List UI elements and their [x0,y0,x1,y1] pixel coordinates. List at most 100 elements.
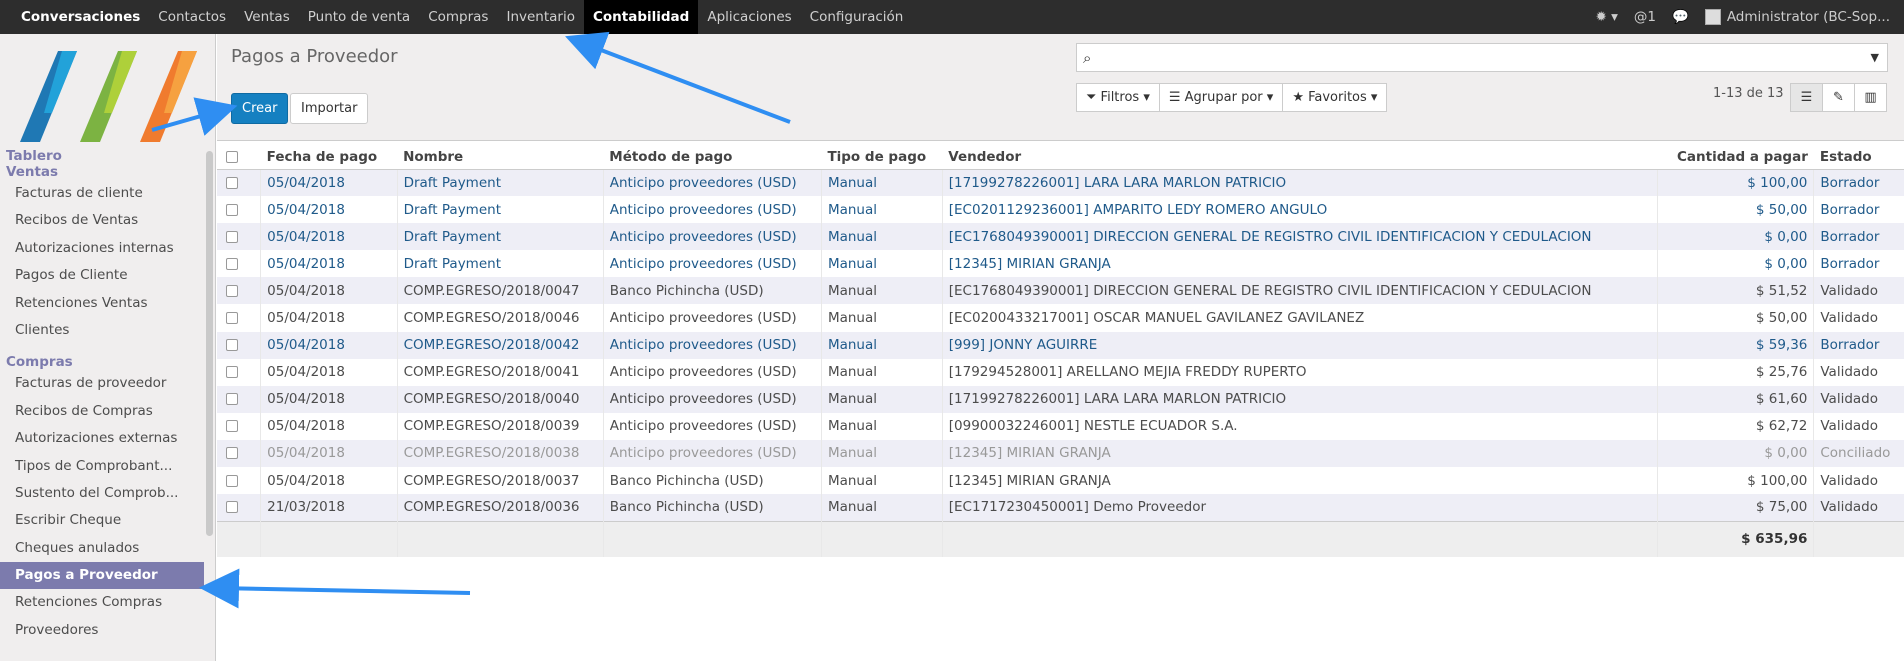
sidebar-item[interactable]: Recibos de Compras [0,398,204,425]
sidebar-section-ventas[interactable]: Ventas [0,164,204,180]
sidebar-section-tablero[interactable]: Tablero [0,148,204,164]
search-input[interactable] [1105,47,1845,68]
column-header[interactable]: Fecha de pago [260,145,398,170]
sidebar-item[interactable]: Retenciones Compras [0,589,204,616]
table-row[interactable]: 05/04/2018 Draft Payment Anticipo proveedo… [217,223,1904,251]
sidebar-item[interactable]: Sustento del Comprob... [0,480,204,507]
menu-ventas[interactable]: Ventas [235,0,299,34]
table-row[interactable]: 05/04/2018 COMP.EGRESO/2018/0040 Anticipo … [217,385,1904,413]
sidebar-item[interactable]: Escribir Cheque [0,507,204,534]
debug-icon[interactable]: ✹ ▾ [1596,9,1618,25]
sidebar-item[interactable]: Clientes [0,317,204,344]
cell-state: Borrador [1813,331,1904,359]
view-switcher: ☰ ✎ ▥ [1790,83,1887,112]
sidebar-item[interactable]: Proveedores [0,617,204,644]
sidebar-item[interactable]: Pagos de Cliente [0,262,204,289]
row-checkbox[interactable] [226,447,238,460]
cell-method: Banco Pichincha (USD) [602,494,822,522]
menu-punto-de-venta[interactable]: Punto de venta [299,0,419,34]
row-checkbox[interactable] [226,366,238,379]
row-checkbox[interactable] [226,501,238,514]
cell-amount: $ 50,00 [1657,304,1814,332]
cell-date: 05/04/2018 [260,385,398,413]
filters-button[interactable]: ⏷ Filtros ▾ [1076,83,1160,112]
table-row[interactable]: 21/03/2018 COMP.EGRESO/2018/0036 Banco Pic… [217,494,1904,522]
row-checkbox[interactable] [226,474,238,487]
list-view-icon[interactable]: ☰ [1790,83,1823,112]
sidebar-item[interactable]: Pagos a Proveedor [0,562,204,590]
graph-view-icon[interactable]: ▥ [1854,83,1887,112]
cell-method: Banco Pichincha (USD) [602,277,822,305]
menu-aplicaciones[interactable]: Aplicaciones [698,0,800,34]
sidebar-item[interactable]: Autorizaciones externas [0,425,204,452]
table-row[interactable]: 05/04/2018 COMP.EGRESO/2018/0037 Banco Pic… [217,467,1904,495]
row-checkbox[interactable] [226,393,238,406]
column-header[interactable]: Estado [1813,145,1904,170]
table-row[interactable]: 05/04/2018 COMP.EGRESO/2018/0039 Anticipo … [217,412,1904,440]
form-view-icon[interactable]: ✎ [1822,83,1855,112]
row-checkbox[interactable] [226,203,238,216]
sidebar-item[interactable]: Recibos de Ventas [0,207,204,234]
search-options-icon[interactable]: ▼ [1871,51,1879,64]
row-checkbox[interactable] [226,284,238,297]
column-header[interactable]: Tipo de pago [821,145,943,170]
favorites-button[interactable]: ★ Favoritos ▾ [1282,83,1388,112]
sidebar-section-compras[interactable]: Compras [0,354,204,370]
mentions[interactable]: @1 [1634,9,1656,25]
cell-type: Manual [820,358,943,386]
row-checkbox[interactable] [226,420,238,433]
table-row[interactable]: 05/04/2018 COMP.EGRESO/2018/0038 Anticipo … [217,439,1904,468]
select-all-checkbox[interactable] [226,150,238,163]
cell-method: Anticipo proveedores (USD) [602,331,822,359]
row-checkbox[interactable] [226,176,238,189]
sidebar-item[interactable]: Facturas de cliente [0,180,204,207]
cell-amount: $ 100,00 [1657,467,1814,495]
cell-method: Anticipo proveedores (USD) [602,250,822,278]
menu-contactos[interactable]: Contactos [149,0,235,34]
cell-type: Manual [820,250,943,278]
menu-inventario[interactable]: Inventario [497,0,584,34]
cell-type: Manual [820,494,943,522]
menu-conversaciones[interactable]: Conversaciones [12,0,149,34]
table-row[interactable]: 05/04/2018 Draft Payment Anticipo proveedo… [217,196,1904,224]
table-row[interactable]: 05/04/2018 COMP.EGRESO/2018/0041 Anticipo … [217,358,1904,386]
menu-contabilidad[interactable]: Contabilidad [583,0,699,34]
groupby-button[interactable]: ☰ Agrupar por ▾ [1158,83,1284,112]
sidebar-item[interactable]: Cheques anulados [0,535,204,562]
column-header[interactable]: Nombre [397,145,604,170]
row-checkbox[interactable] [226,312,238,325]
cell-method: Anticipo proveedores (USD) [602,223,822,251]
import-button[interactable]: Importar [290,93,369,124]
pager-value[interactable]: 1-13 de 13 [1713,86,1784,101]
cell-type: Manual [820,277,943,305]
menu-configuracion[interactable]: Configuración [801,0,913,34]
company-logo [0,34,215,144]
user-menu[interactable]: Administrator (BC-Sop... [1704,9,1890,25]
cell-vendor: [EC1768049390001] DIRECCION GENERAL DE R… [941,223,1658,251]
column-header[interactable]: Vendedor [942,145,1658,170]
cell-vendor: [EC1768049390001] DIRECCION GENERAL DE R… [941,277,1658,305]
cell-type: Manual [820,467,943,495]
table-row[interactable]: 05/04/2018 Draft Payment Anticipo proveedo… [217,250,1904,278]
logo-stripes-icon [20,51,197,142]
row-checkbox[interactable] [226,257,238,270]
menu-compras[interactable]: Compras [419,0,497,34]
sidebar-item[interactable]: Tipos de Comprobant... [0,453,204,480]
table-row[interactable]: 05/04/2018 COMP.EGRESO/2018/0047 Banco Pic… [217,277,1904,305]
row-checkbox-cell [217,331,261,359]
sidebar-item[interactable]: Facturas de proveedor [0,370,204,397]
table-row[interactable]: 05/04/2018 COMP.EGRESO/2018/0042 Anticipo … [217,331,1904,359]
table-row[interactable]: 05/04/2018 Draft Payment Anticipo proveedo… [217,169,1904,197]
row-checkbox[interactable] [226,339,238,352]
create-button[interactable]: Crear [231,93,289,124]
sidebar-scrollbar[interactable] [206,151,213,536]
column-header[interactable]: Cantidad a pagar [1657,145,1814,170]
column-header[interactable]: Método de pago [603,145,822,170]
sidebar-item[interactable]: Retenciones Ventas [0,290,204,317]
user-name: Administrator (BC-Sop... [1726,9,1890,25]
chat-icon[interactable]: 💬 [1672,9,1689,25]
cell-state: Borrador [1813,223,1904,251]
table-row[interactable]: 05/04/2018 COMP.EGRESO/2018/0046 Anticipo … [217,304,1904,332]
row-checkbox[interactable] [226,230,238,243]
sidebar-item[interactable]: Autorizaciones internas [0,235,204,262]
